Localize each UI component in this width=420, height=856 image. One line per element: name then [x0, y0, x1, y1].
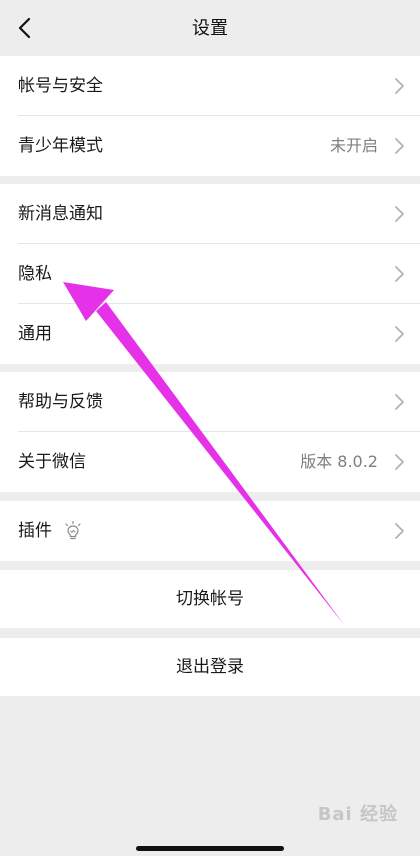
settings-group-plugins: 插件	[0, 501, 420, 561]
chevron-right-icon	[395, 206, 404, 222]
settings-item-value: 未开启	[329, 136, 378, 155]
settings-item-label: 帐号与安全	[18, 76, 103, 96]
watermark: Bai 经验	[317, 804, 398, 825]
settings-group-help: 帮助与反馈 关于微信 版本 8.0.2	[0, 372, 420, 492]
chevron-right-icon	[395, 78, 404, 94]
logout-card: 退出登录	[0, 638, 420, 696]
switch-account-label: 切换帐号	[176, 589, 244, 609]
logout-label: 退出登录	[176, 657, 244, 677]
chevron-right-icon	[395, 394, 404, 410]
settings-item-label: 新消息通知	[18, 204, 103, 224]
switch-account-card: 切换帐号	[0, 570, 420, 628]
settings-item-account-security[interactable]: 帐号与安全	[0, 56, 420, 116]
nav-bar: 设置	[0, 0, 420, 56]
settings-item-notifications[interactable]: 新消息通知	[0, 184, 420, 244]
logout-button[interactable]: 退出登录	[0, 638, 420, 696]
settings-item-label: 关于微信	[18, 452, 86, 472]
settings-item-general[interactable]: 通用	[0, 304, 420, 364]
chevron-right-icon	[395, 454, 404, 470]
version-value: 版本 8.0.2	[300, 452, 378, 471]
chevron-right-icon	[395, 266, 404, 282]
chevron-right-icon	[395, 523, 404, 539]
home-indicator	[136, 846, 284, 851]
chevron-right-icon	[395, 138, 404, 154]
settings-item-label: 帮助与反馈	[18, 392, 103, 412]
settings-group-general: 新消息通知 隐私 通用	[0, 184, 420, 364]
settings-item-label: 隐私	[18, 264, 52, 284]
page-title: 设置	[192, 18, 228, 39]
switch-account-button[interactable]: 切换帐号	[0, 570, 420, 628]
settings-group-account: 帐号与安全 青少年模式 未开启	[0, 56, 420, 176]
settings-item-privacy[interactable]: 隐私	[0, 244, 420, 304]
chevron-right-icon	[395, 326, 404, 342]
settings-item-teen-mode[interactable]: 青少年模式 未开启	[0, 116, 420, 176]
settings-item-about-wechat[interactable]: 关于微信 版本 8.0.2	[0, 432, 420, 492]
lightbulb-icon	[65, 521, 81, 540]
settings-item-plugins[interactable]: 插件	[0, 501, 420, 561]
settings-item-help-feedback[interactable]: 帮助与反馈	[0, 372, 420, 432]
settings-item-label: 插件	[18, 521, 52, 541]
settings-item-label: 青少年模式	[18, 136, 103, 156]
settings-item-label: 通用	[18, 324, 52, 344]
